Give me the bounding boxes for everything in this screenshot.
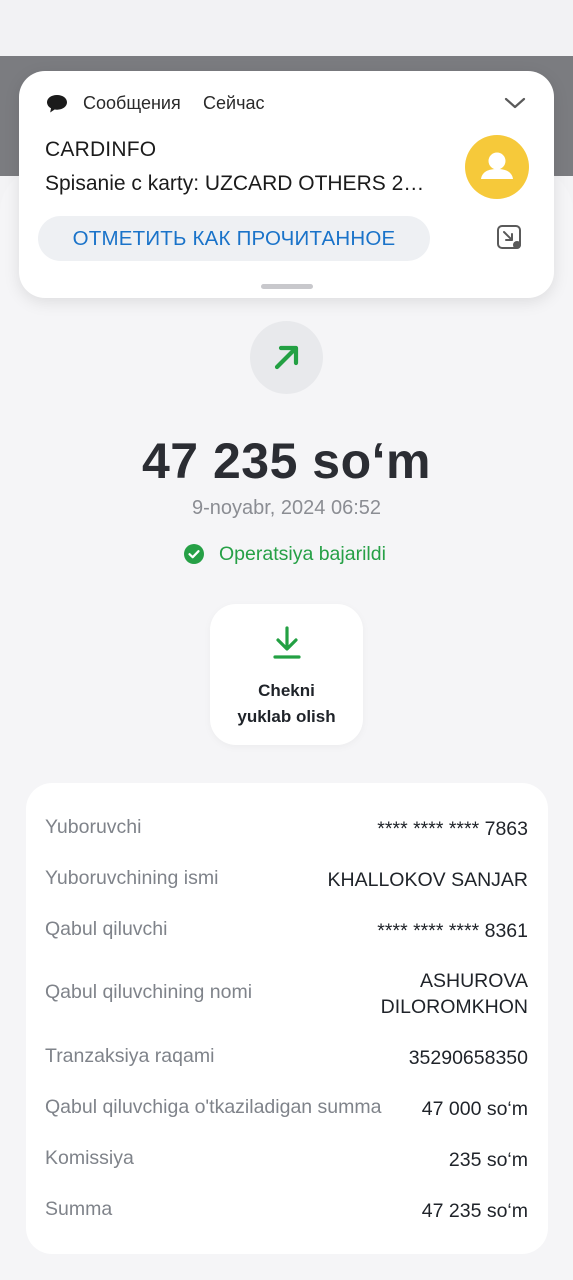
arrow-up-right-icon (274, 345, 299, 370)
open-in-window-icon[interactable] (495, 223, 523, 251)
detail-label: Yuboruvchi (45, 816, 142, 838)
avatar (465, 135, 529, 199)
transaction-details-card: Yuboruvchi **** **** **** 7863 Yuboruvch… (26, 783, 548, 1254)
notification-app-name: Сообщения (83, 93, 181, 113)
transaction-amount: 47 235 so‘m (141, 433, 432, 489)
notification-body: Spisanie c karty: UZCARD OTHERS 2… (45, 172, 425, 195)
detail-value: KHALLOKOV SANJAR (327, 869, 528, 891)
download-icon (273, 626, 301, 659)
notification-title: CARDINFO (45, 138, 157, 161)
check-circle-icon (184, 544, 204, 564)
detail-label: Yuboruvchining ismi (45, 867, 219, 889)
status-text: Operatsiya bajarildi (219, 542, 386, 565)
notification-drag-handle[interactable] (261, 284, 313, 289)
download-receipt-button[interactable]: Chekni yuklab olish (210, 604, 363, 745)
detail-label: Komissiya (45, 1147, 134, 1169)
detail-label: Summa (45, 1198, 113, 1220)
detail-value: 47 000 so‘m (421, 1098, 528, 1120)
notification-time: Сейчас (203, 93, 265, 113)
detail-value: 35290658350 (408, 1047, 528, 1069)
detail-label: Qabul qiluvchining nomi (45, 981, 253, 1003)
mark-as-read-button[interactable]: ОТМЕТИТЬ КАК ПРОЧИТАННОЕ (38, 216, 430, 261)
person-icon (481, 152, 513, 179)
detail-value: ASHUROVA DILOROMKHON (380, 970, 528, 1018)
detail-label: Qabul qiluvchiga o'tkaziladigan summa (45, 1096, 382, 1118)
status-bar-area (0, 0, 573, 56)
transaction-datetime: 9-noyabr, 2024 06:52 (191, 497, 382, 519)
detail-value: **** **** **** 8361 (377, 920, 528, 942)
detail-value: **** **** **** 7863 (377, 818, 528, 840)
detail-label: Tranzaksiya raqami (45, 1045, 215, 1067)
status-badge: Operatsiya bajarildi (183, 542, 386, 566)
detail-value: 47 235 so‘m (421, 1200, 528, 1222)
detail-label: Qabul qiluvchi (45, 918, 168, 940)
direction-badge (250, 321, 323, 394)
detail-value: 235 so‘m (448, 1149, 528, 1171)
download-receipt-label: Chekni yuklab olish (237, 681, 336, 726)
chevron-down-icon[interactable] (503, 93, 527, 113)
messages-app-icon (47, 95, 67, 113)
notification-card[interactable]: Сообщения Сейчас CARDINFO Spisanie c kar… (19, 71, 554, 298)
